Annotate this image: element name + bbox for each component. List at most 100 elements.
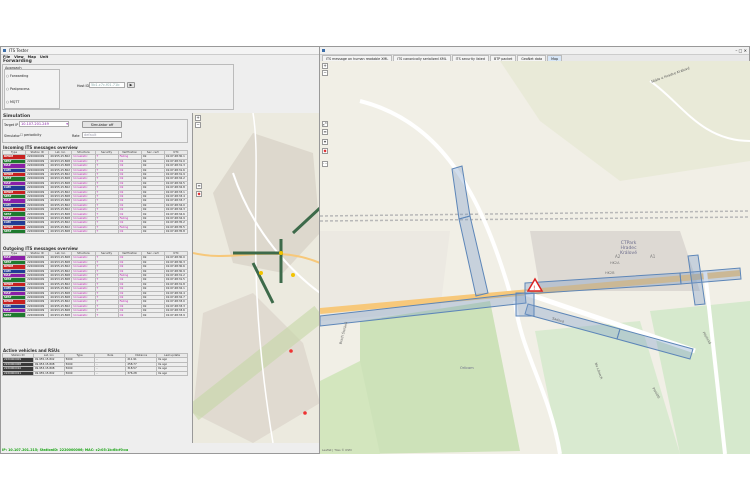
table-cell: 49.955,15.802 xyxy=(48,167,73,174)
zoom-in-button[interactable]: + xyxy=(322,63,328,69)
table-cell: 49.953,15.808 xyxy=(48,290,73,296)
menu-bar: File View Map Unit xyxy=(1,55,319,60)
table-cell: 49.953,15.808 xyxy=(48,228,73,235)
table-cell: 49.953,15.808 xyxy=(48,259,73,266)
table-cell: 49.955,15.802 xyxy=(48,171,73,178)
fullscreen-icon[interactable]: ⤢ xyxy=(322,121,328,127)
periodicity-label: periodicity xyxy=(24,133,42,137)
table-cell: 01:07:48:32.2 xyxy=(163,176,189,182)
svg-text:!: ! xyxy=(533,285,535,292)
small-layers-icon[interactable]: ≡ xyxy=(196,183,202,189)
table-cell: 49.955,15.802 xyxy=(48,154,73,160)
table-row[interactable]: SPAT 2220000009 49.953,15.808 Unrealistic T O… xyxy=(1,312,189,318)
menu-unit[interactable]: Unit xyxy=(40,55,48,60)
table-cell: 49.955,15.802 xyxy=(48,281,73,288)
radio-mqtt[interactable]: ○ MQTT xyxy=(6,100,19,104)
table-cell: 01:07:48:35.8 xyxy=(163,228,189,235)
table-row[interactable]: SPAT 2220000009 49.953,15.808 Unrealistic T O… xyxy=(1,228,189,235)
table-cell: 49.955,15.802 xyxy=(48,286,73,292)
outgoing-table: Type Station ID Lat, lon Structure Security V… xyxy=(1,250,189,318)
table-cell: 5000 xyxy=(63,370,96,377)
periodicity-checkbox[interactable]: ☐ periodicity xyxy=(20,133,41,137)
table-cell: 01:07:48:33.1 xyxy=(163,189,189,195)
main-map-canvas: ! xyxy=(320,61,750,454)
table-cell: T xyxy=(94,228,119,235)
right-app-icon xyxy=(322,49,325,52)
table-cell: 49.955,15.802 xyxy=(48,220,73,226)
table-cell: 01:07:48:30.1 xyxy=(163,154,189,160)
map-label-hk2b: HK2B xyxy=(605,271,615,275)
table-cell: 01:07:48:33.6 xyxy=(163,308,189,314)
radio-postprocess-label: Postprocess xyxy=(9,87,30,91)
table-cell: 01:07:48:32.5 xyxy=(163,180,189,187)
marker-icon[interactable]: ◆ xyxy=(322,148,328,154)
locate-icon[interactable]: ⌖ xyxy=(322,139,328,145)
rate-input[interactable]: default xyxy=(82,132,122,138)
radio-forwarding-label: Forwarding xyxy=(9,74,29,78)
table-cell: 01:07:48:31.6 xyxy=(163,167,189,174)
table-cell: 49.955,15.802 xyxy=(48,185,73,191)
radio-forwarding[interactable]: ○ Forwarding xyxy=(6,74,28,78)
table-cell: T xyxy=(94,312,119,318)
right-titlebar: – □ ✕ xyxy=(320,47,749,55)
table-cell: 01:07:48:31.5 xyxy=(163,277,189,283)
table-cell: Ok xyxy=(117,228,142,235)
host-input[interactable]: 5b1.c7c.f01.71b xyxy=(89,82,125,88)
layers-icon[interactable]: ≡ xyxy=(322,129,328,135)
table-cell: SPAT xyxy=(1,228,27,235)
table-cell: 49.953,15.808 xyxy=(48,193,73,200)
table-cell: 49.953,15.808 xyxy=(48,294,73,301)
small-marker-icon[interactable]: ◆ xyxy=(196,191,202,197)
window-title: ITS Tester xyxy=(9,48,29,53)
table-cell: 01:07:48:34.9 xyxy=(163,215,189,222)
table-cell: 01:07:48:31.0 xyxy=(163,158,189,165)
table-cell: 49.953,15.808 xyxy=(48,272,73,279)
small-zoom-in-button[interactable]: + xyxy=(195,115,201,121)
status-bar: IP: 10.107.201.215; StationID: 222000000… xyxy=(2,448,129,452)
table-cell: 01:07:48:31.9 xyxy=(163,171,189,178)
left-titlebar: ITS Tester xyxy=(1,47,319,55)
radio-mqtt-label: MQTT xyxy=(9,100,20,104)
table-cell: 49.953,15.808 xyxy=(48,277,73,283)
table-cell: 2220000009 xyxy=(25,312,50,318)
table-cell: 01:07:48:32.8 xyxy=(163,185,189,191)
target-ip-select[interactable]: 10.107.201.249 ▾ xyxy=(19,121,69,127)
target-ip-value: 10.107.201.249 xyxy=(21,122,49,126)
simulator-label: Simulator xyxy=(4,134,20,138)
table-cell: 01:07:48:32.4 xyxy=(163,290,189,296)
table-cell: 49.953,15.808 xyxy=(48,163,73,169)
window-controls: – □ ✕ xyxy=(735,48,747,53)
table-cell: 01:07:48:35.2 xyxy=(163,220,189,226)
map-label-hk2a: HK2A xyxy=(610,261,620,265)
radio-postprocess[interactable]: ○ Postprocess xyxy=(6,87,30,91)
table-cell: 49.955,15.802 xyxy=(48,299,73,305)
table-cell: 01:07:48:33.4 xyxy=(163,193,189,200)
table-cell: 01:07:48:33.9 xyxy=(163,312,189,318)
small-map[interactable]: + − ≡ ◆ xyxy=(192,113,320,443)
table-cell: 01:07:48:30.6 xyxy=(163,264,189,270)
simulator-toggle-button[interactable]: Simulator off xyxy=(82,121,122,128)
more-icon[interactable]: ⋯ xyxy=(322,161,328,167)
table-cell: 49.955,15.802 xyxy=(48,303,73,310)
table-cell: 2220000009 xyxy=(25,228,50,235)
zoom-out-button[interactable]: − xyxy=(322,70,328,76)
table-cell: 49.953,15.808 xyxy=(48,255,73,261)
small-zoom-out-button[interactable]: − xyxy=(195,122,201,128)
table-cell: Unrealistic xyxy=(71,312,96,318)
table-cell: 49.953,15.808 xyxy=(48,158,73,165)
rate-label: Rate xyxy=(72,134,80,138)
table-row[interactable]: 2220000011 49.955,15.802 5000-376.28 0s ago xyxy=(2,370,188,377)
table-cell: 01:07:48:34.6 xyxy=(163,211,189,217)
map-label-orlicom: Orlicom xyxy=(460,366,474,370)
table-cell: 49.953,15.808 xyxy=(48,215,73,222)
app-icon xyxy=(3,49,6,52)
main-map[interactable]: ! Skála u Hradce Králové CTPark Hradec K… xyxy=(320,61,750,454)
host-apply-button[interactable]: ▶ xyxy=(127,82,135,88)
map-label-ctpark: CTPark Hradec Králové xyxy=(620,241,637,256)
active-table: Station ID Lat, lon Type Role Distance Last u… xyxy=(2,352,188,377)
table-cell: SPAT xyxy=(1,312,27,318)
table-cell: 01:07:48:31.8 xyxy=(163,281,189,288)
table-cell: 49.955,15.802 xyxy=(48,268,73,275)
map-label-a2: A2 xyxy=(615,254,621,259)
table-cell: 01:07:48:35.5 xyxy=(163,224,189,231)
